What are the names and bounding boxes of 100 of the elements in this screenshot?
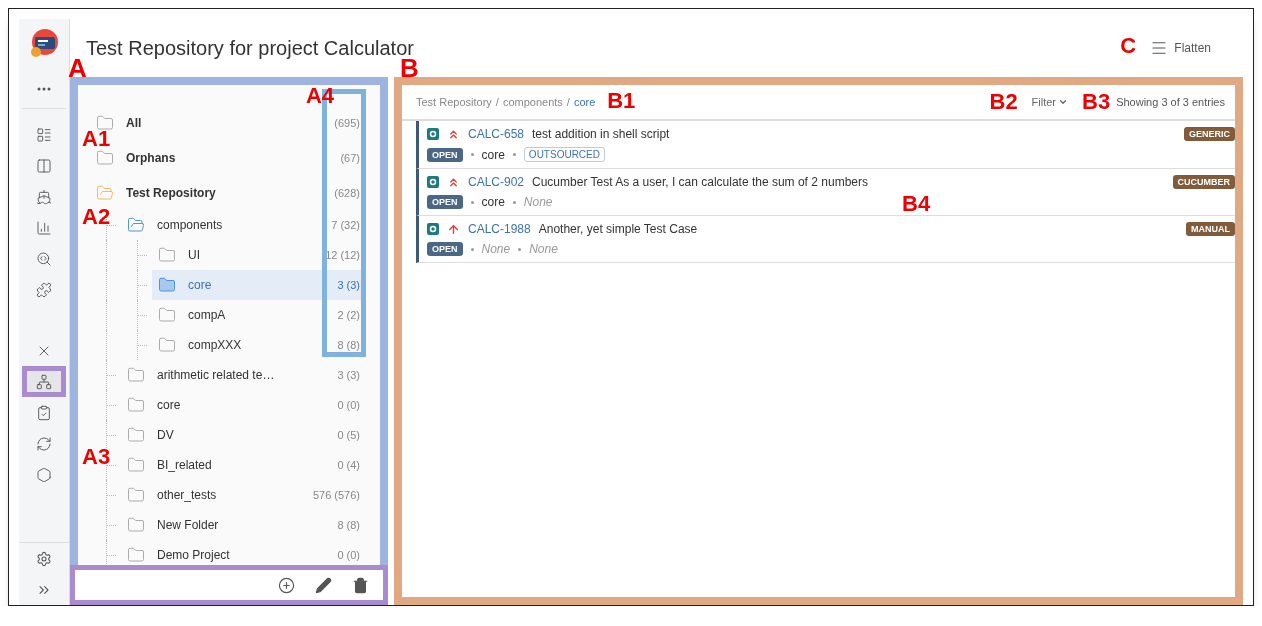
checklist-icon	[36, 404, 52, 421]
boards-icon	[36, 126, 52, 143]
test-row[interactable]: CALC-658 test addition in shell script GENERIC OPEN core OUTSOURCED	[416, 121, 1235, 169]
folder-icon	[127, 396, 145, 414]
folder-icon	[127, 486, 145, 504]
annotation-label: B3	[1082, 91, 1111, 113]
entries-count: Showing 3 of 3 entries	[1116, 96, 1225, 108]
tree-item[interactable]: components 7 (32)	[121, 210, 364, 240]
status-tag: OPEN	[427, 195, 463, 209]
breadcrumb-link[interactable]: components	[502, 96, 563, 108]
annotation-label: C	[1120, 35, 1137, 57]
folder-icon	[158, 306, 176, 324]
annotation-label: A1	[82, 128, 111, 150]
annotation-label: A3	[82, 446, 111, 468]
separator-dot	[518, 247, 522, 251]
puzzle-icon	[36, 281, 52, 298]
test-count: (67)	[340, 151, 361, 164]
issue-key-link[interactable]: CALC-902	[468, 175, 525, 189]
separator-dot	[470, 153, 474, 156]
edit-icon	[315, 576, 332, 594]
tree-item[interactable]: DV 0 (5)	[121, 420, 364, 450]
test-count: 8 (8)	[337, 519, 361, 531]
issue-key-link[interactable]: CALC-658	[468, 127, 525, 141]
delete-icon	[352, 576, 369, 594]
field-value: core	[481, 147, 505, 162]
ship-icon	[36, 188, 52, 205]
tree-item[interactable]: compXXX 8 (8)	[152, 330, 364, 360]
field-value: None	[481, 242, 511, 256]
folder-icon	[158, 276, 176, 294]
test-count: 0 (4)	[337, 459, 361, 471]
sync-icon	[36, 435, 52, 452]
app-logo	[28, 27, 60, 59]
tree-item[interactable]: core 3 (3)	[152, 270, 364, 300]
breadcrumb-link[interactable]: Test Repository	[416, 96, 492, 108]
menu-icon	[1150, 39, 1169, 57]
tree-item[interactable]: BI_related 0 (4)	[121, 450, 364, 480]
folder-icon	[96, 113, 114, 132]
label-tag: OUTSOURCED	[523, 147, 605, 162]
folder-icon	[127, 426, 145, 444]
tree-item[interactable]: other_tests 576 (576)	[121, 480, 364, 510]
test-count: 0 (5)	[337, 429, 361, 441]
breadcrumb-separator: /	[495, 96, 499, 108]
separator-dot	[512, 153, 516, 156]
tree-item[interactable]: compA 2 (2)	[152, 300, 364, 330]
breadcrumb-separator: /	[566, 96, 570, 108]
tree-item[interactable]: core 0 (0)	[121, 390, 364, 420]
annotation-label: A2	[82, 206, 111, 228]
hexagon-icon	[36, 466, 52, 483]
separator-dot	[512, 200, 516, 204]
status-tag: OPEN	[427, 147, 463, 162]
folder-icon	[96, 148, 114, 167]
folder-icon	[158, 246, 176, 264]
test-count: 3 (3)	[337, 369, 361, 381]
field-value: None	[529, 242, 558, 256]
test-type-tag: CUCUMBER	[1172, 175, 1235, 189]
tree-item[interactable]: Test Repository (628)	[90, 177, 364, 208]
folder-icon	[158, 336, 176, 354]
field-value: core	[481, 195, 505, 209]
test-count: 3 (3)	[337, 279, 361, 291]
test-summary: Another, yet simple Test Case	[538, 222, 698, 236]
annotation-label: A4	[305, 85, 334, 107]
more-icon	[37, 86, 51, 91]
test-summary: test addition in shell script	[532, 127, 670, 141]
folder-icon	[127, 366, 145, 384]
settings-icon	[36, 550, 52, 567]
test-count: 7 (32)	[331, 219, 361, 231]
annotation-label: B2	[989, 91, 1018, 113]
folder-icon	[127, 546, 145, 564]
status-tag: OPEN	[427, 242, 463, 256]
test-count: 2 (2)	[337, 309, 361, 321]
add-icon	[278, 576, 295, 594]
test-count: (695)	[334, 116, 361, 129]
tree-icon	[36, 373, 52, 390]
tree-item[interactable]: New Folder 8 (8)	[121, 510, 364, 540]
test-count: 0 (0)	[337, 549, 361, 561]
edit-button[interactable]	[315, 576, 332, 594]
tree-item[interactable]: arithmetic related te… 3 (3)	[121, 360, 364, 390]
search-list-icon	[36, 250, 52, 267]
separator-dot	[470, 247, 474, 251]
test-type-tag: MANUAL	[1186, 222, 1235, 236]
breadcrumb-link[interactable]: core	[573, 96, 596, 108]
issue-key-link[interactable]: CALC-1988	[468, 222, 531, 236]
delete-button[interactable]	[352, 576, 369, 594]
tree-item[interactable]: Demo Project 0 (0)	[121, 540, 364, 565]
add-button[interactable]	[278, 576, 295, 594]
test-count: 8 (8)	[337, 339, 361, 351]
folder-icon	[127, 456, 145, 474]
test-row[interactable]: CALC-1988 Another, yet simple Test Case MANUAL OPEN None None	[416, 216, 1235, 263]
test-type-icon	[427, 128, 439, 140]
priority-icon	[447, 222, 460, 236]
annotation-label: B4	[902, 193, 931, 215]
separator-dot	[470, 200, 474, 204]
test-count: 0 (0)	[337, 399, 361, 411]
field-value: None	[523, 195, 553, 209]
bar-chart-icon	[36, 219, 52, 236]
folder-icon	[127, 516, 145, 534]
tree-button[interactable]	[22, 366, 66, 397]
test-summary: Cucumber Test As a user, I can calculate the sum of 2 numbers	[532, 175, 868, 189]
caret-icon	[1058, 97, 1068, 107]
test-count: 576 (576)	[312, 489, 361, 501]
